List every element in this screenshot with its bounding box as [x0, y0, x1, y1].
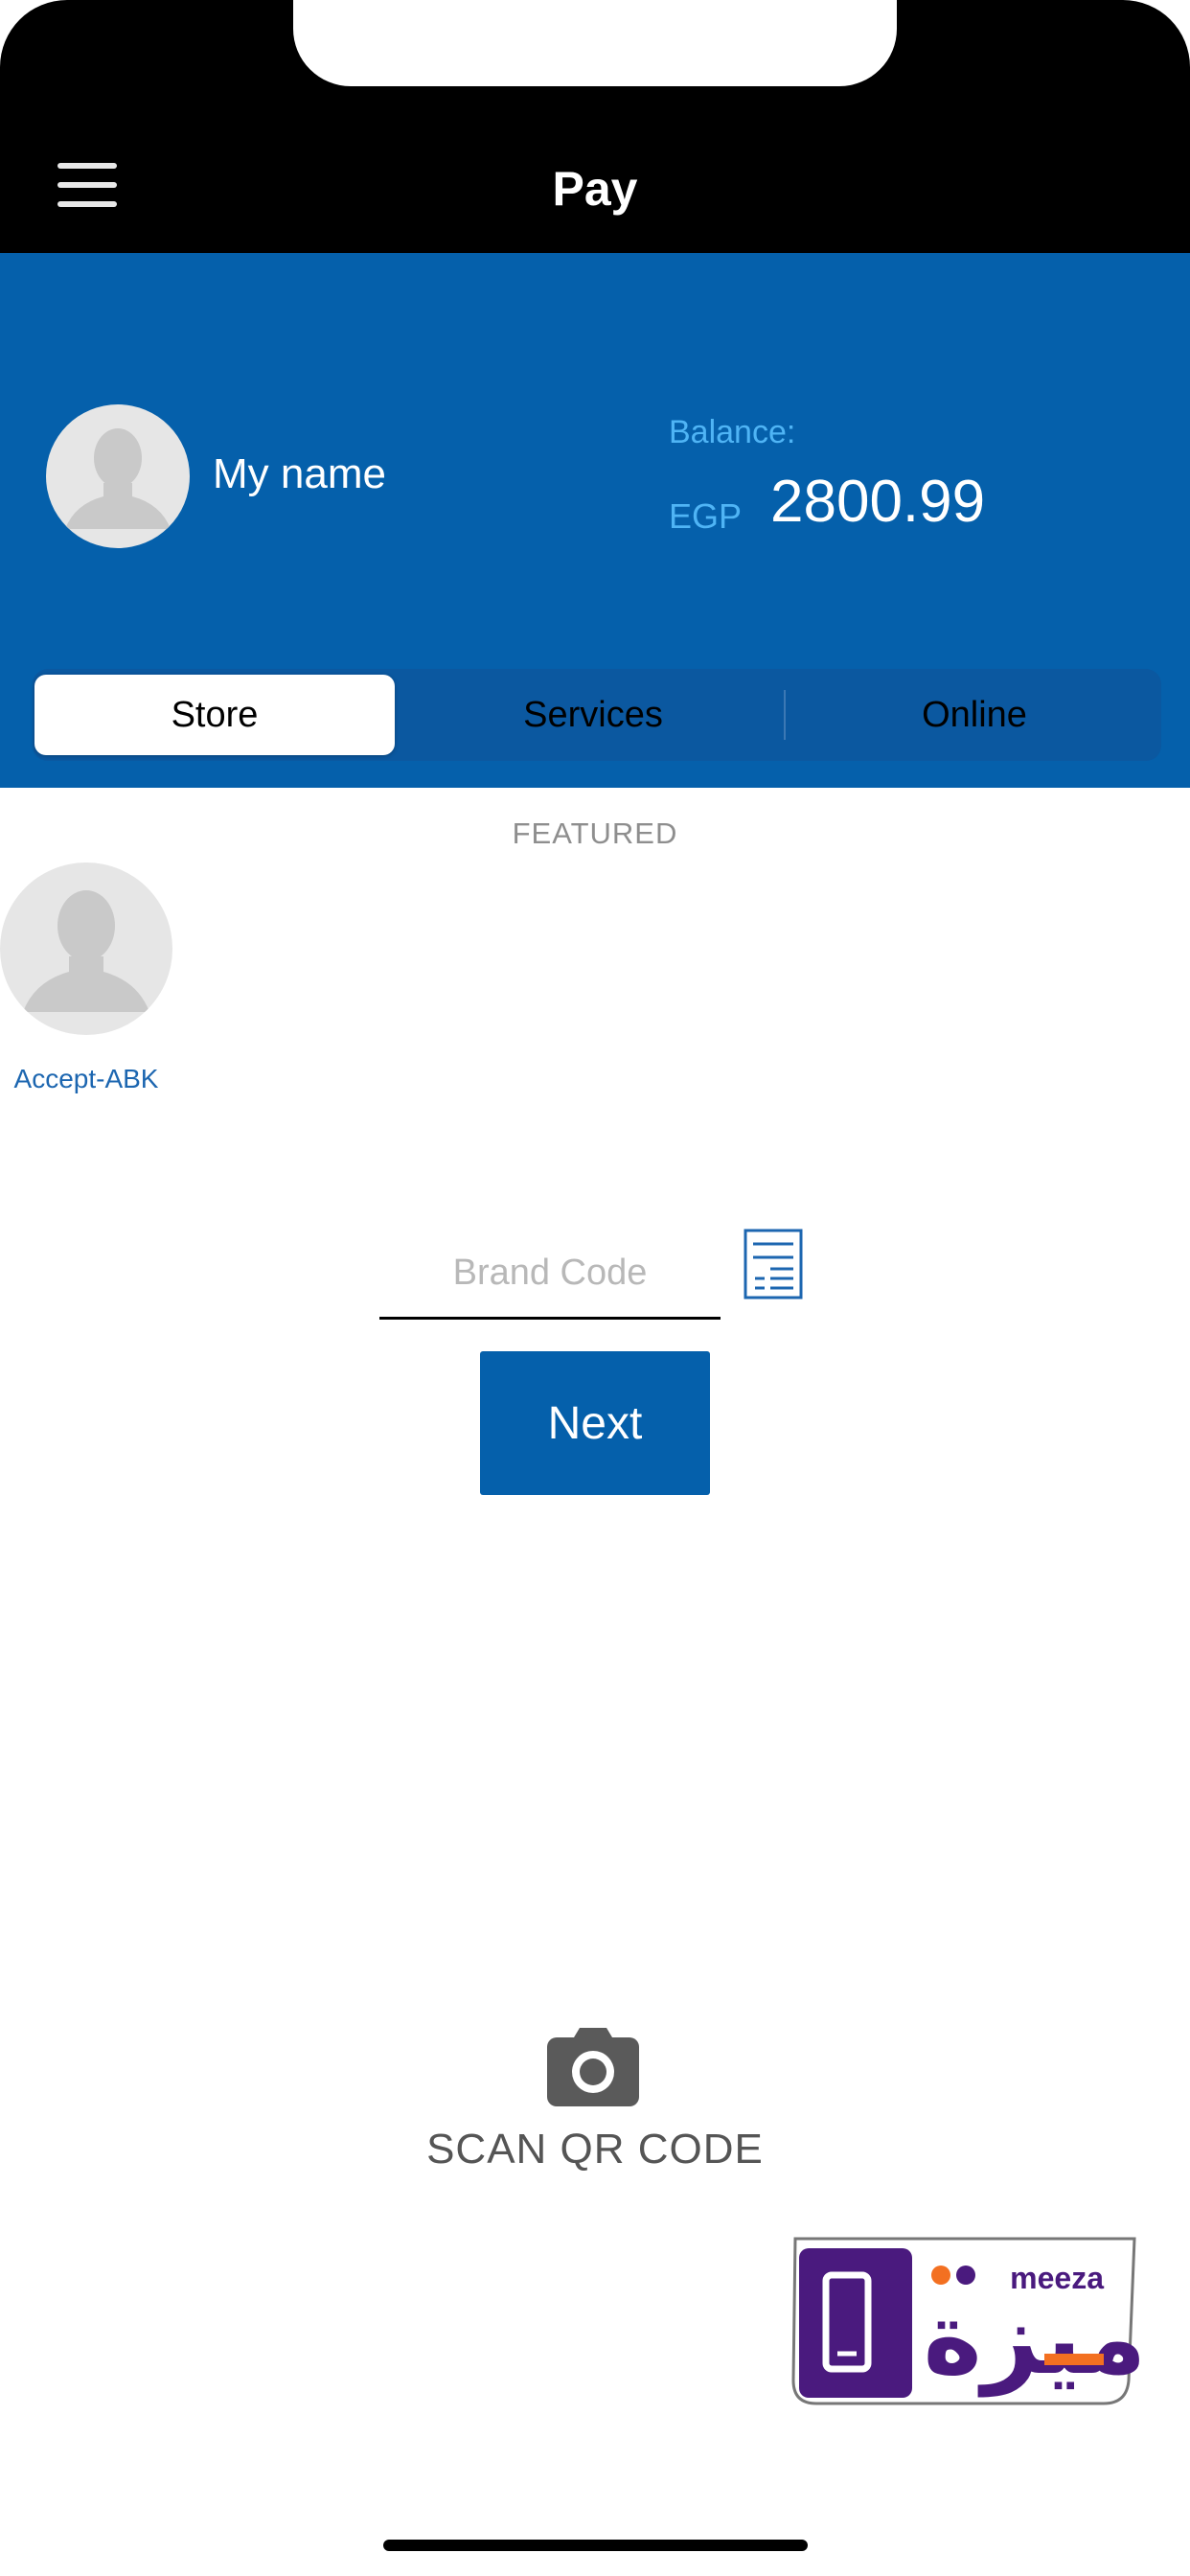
- scan-qr-button[interactable]: SCAN QR CODE: [403, 2026, 787, 2179]
- user-name: My name: [213, 450, 386, 497]
- balance-label: Balance:: [669, 414, 796, 450]
- page-title: Pay: [552, 162, 638, 216]
- featured-heading: FEATURED: [512, 816, 678, 850]
- device-notch: [293, 0, 897, 86]
- document-list-icon[interactable]: [744, 1229, 803, 1300]
- scan-qr-label: SCAN QR CODE: [426, 2126, 764, 2173]
- svg-text:ميزة: ميزة: [924, 2280, 1142, 2397]
- merchant-avatar-icon[interactable]: [0, 862, 172, 1035]
- tab-online[interactable]: Online: [790, 675, 1159, 755]
- screen-corner: [0, 0, 134, 134]
- next-button[interactable]: Next: [480, 1351, 710, 1495]
- meeza-logo: meeza ميزة: [788, 2237, 1146, 2409]
- home-indicator: [383, 2540, 808, 2551]
- tab-services[interactable]: Services: [408, 675, 778, 755]
- tab-bar: Store Services Online: [33, 669, 1161, 761]
- camera-icon: [545, 2026, 641, 2108]
- avatar-icon: [46, 404, 190, 548]
- tab-divider: [784, 690, 786, 740]
- tab-store[interactable]: Store: [34, 675, 395, 755]
- screen-corner: [1123, 0, 1190, 67]
- merchant-label[interactable]: Accept-ABK: [0, 1064, 172, 1094]
- brand-code-input[interactable]: [379, 1229, 721, 1320]
- balance-currency: EGP: [669, 496, 743, 536]
- balance-amount: 2800.99: [770, 469, 986, 535]
